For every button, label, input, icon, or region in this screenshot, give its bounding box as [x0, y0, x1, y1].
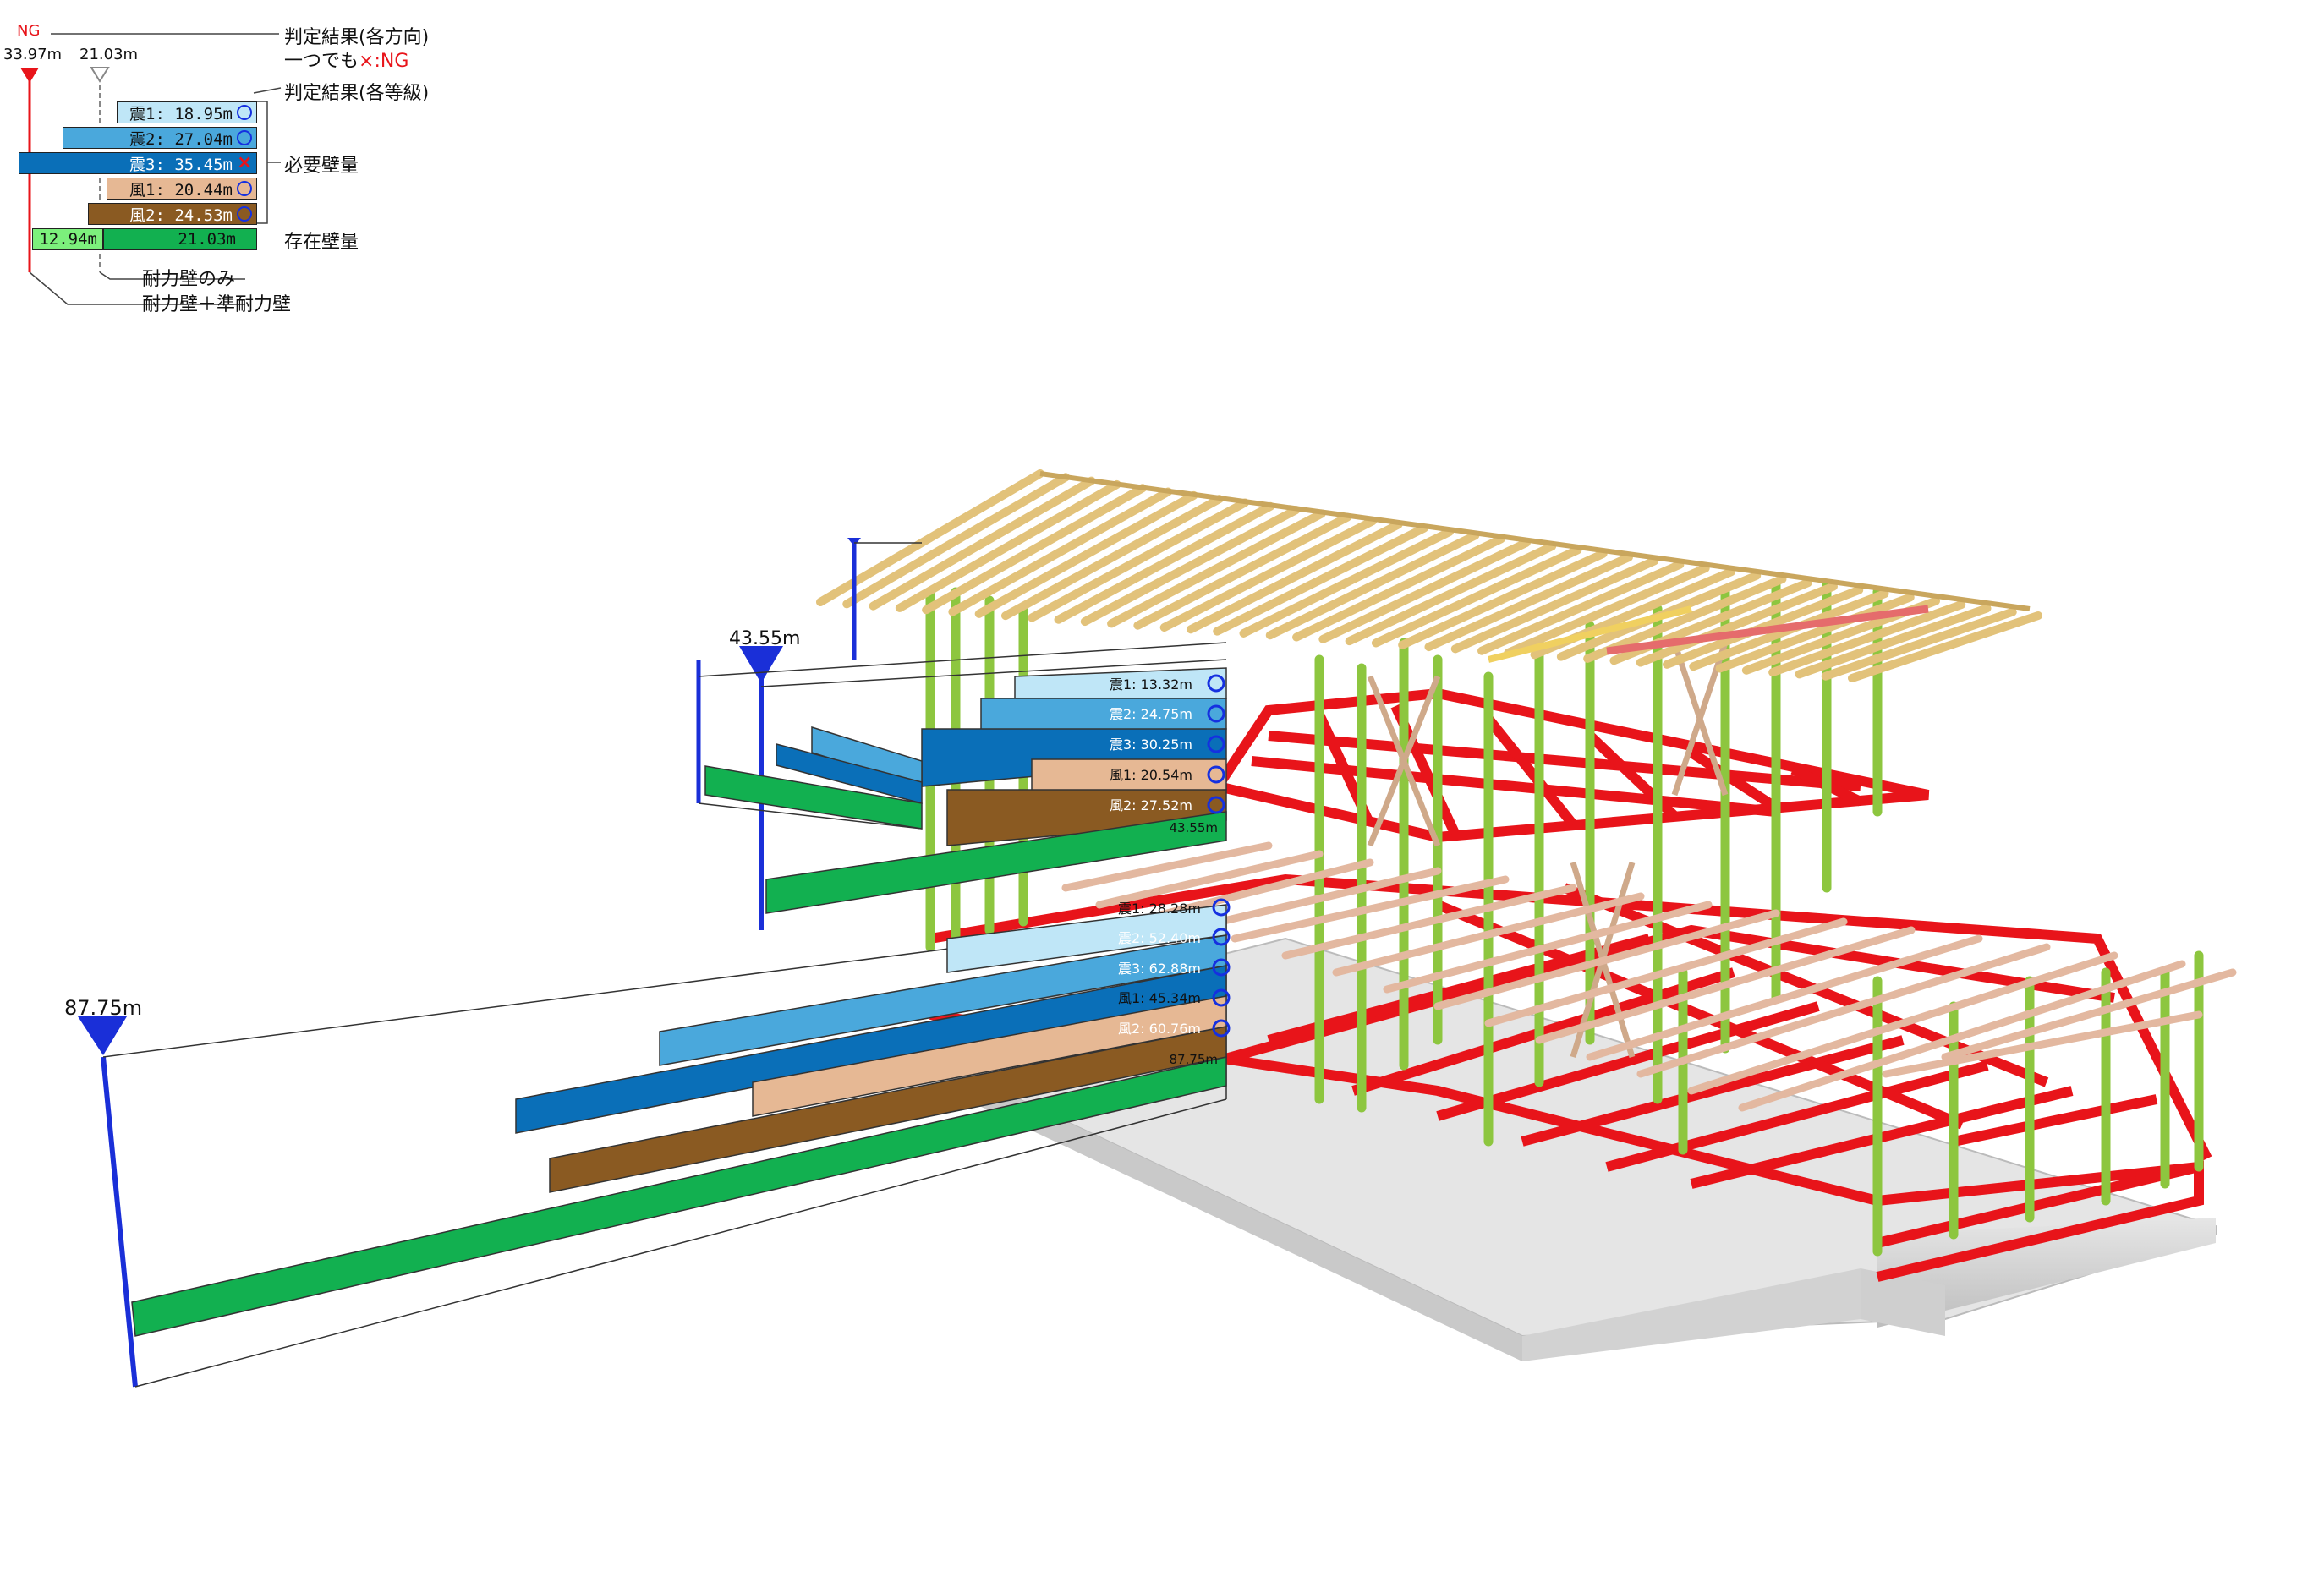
floor2-total-label: 43.55m	[729, 628, 800, 649]
floor1-dim-line	[101, 1056, 138, 1388]
floor2-dim-marker-icon	[739, 646, 783, 683]
floor1-bars: 87.75m 震1: 28.28m 震2: 52.40m 震3: 62.88m …	[64, 898, 1231, 1388]
floor1-dim-marker-icon	[78, 1016, 127, 1055]
floor2-bar-wind-1: 風1: 20.54m	[1110, 767, 1192, 783]
floor2-bar-seismic-2: 震2: 24.75m	[1110, 706, 1192, 722]
floor1-total-label: 87.75m	[64, 996, 142, 1020]
floor2-bar-seismic-1: 震1: 13.32m	[1110, 676, 1192, 693]
floor2-bar-wind-2: 風2: 27.52m	[1110, 797, 1192, 813]
floor1-bar-wind-2: 風2: 60.76m	[1118, 1021, 1201, 1037]
main-roof	[816, 469, 2042, 682]
second-floor-frame	[1209, 687, 1930, 843]
floor2-bar-seismic-3: 震3: 30.25m	[1110, 737, 1192, 753]
framing-model-view[interactable]: 43.55m 震1: 13.32m 震2: 24.75m 震3: 30.25m …	[0, 0, 2324, 1588]
floor1-bar-wind-1: 風1: 45.34m	[1118, 990, 1201, 1006]
floor2-exist-label: 43.55m	[1169, 820, 1218, 835]
floor1-bar-seismic-1: 震1: 28.28m	[1118, 901, 1201, 917]
floor1-bar-seismic-3: 震3: 62.88m	[1118, 961, 1201, 977]
floor1-bar-seismic-2: 震2: 52.40m	[1118, 930, 1201, 946]
floor1-exist-label: 87.75m	[1169, 1052, 1218, 1067]
